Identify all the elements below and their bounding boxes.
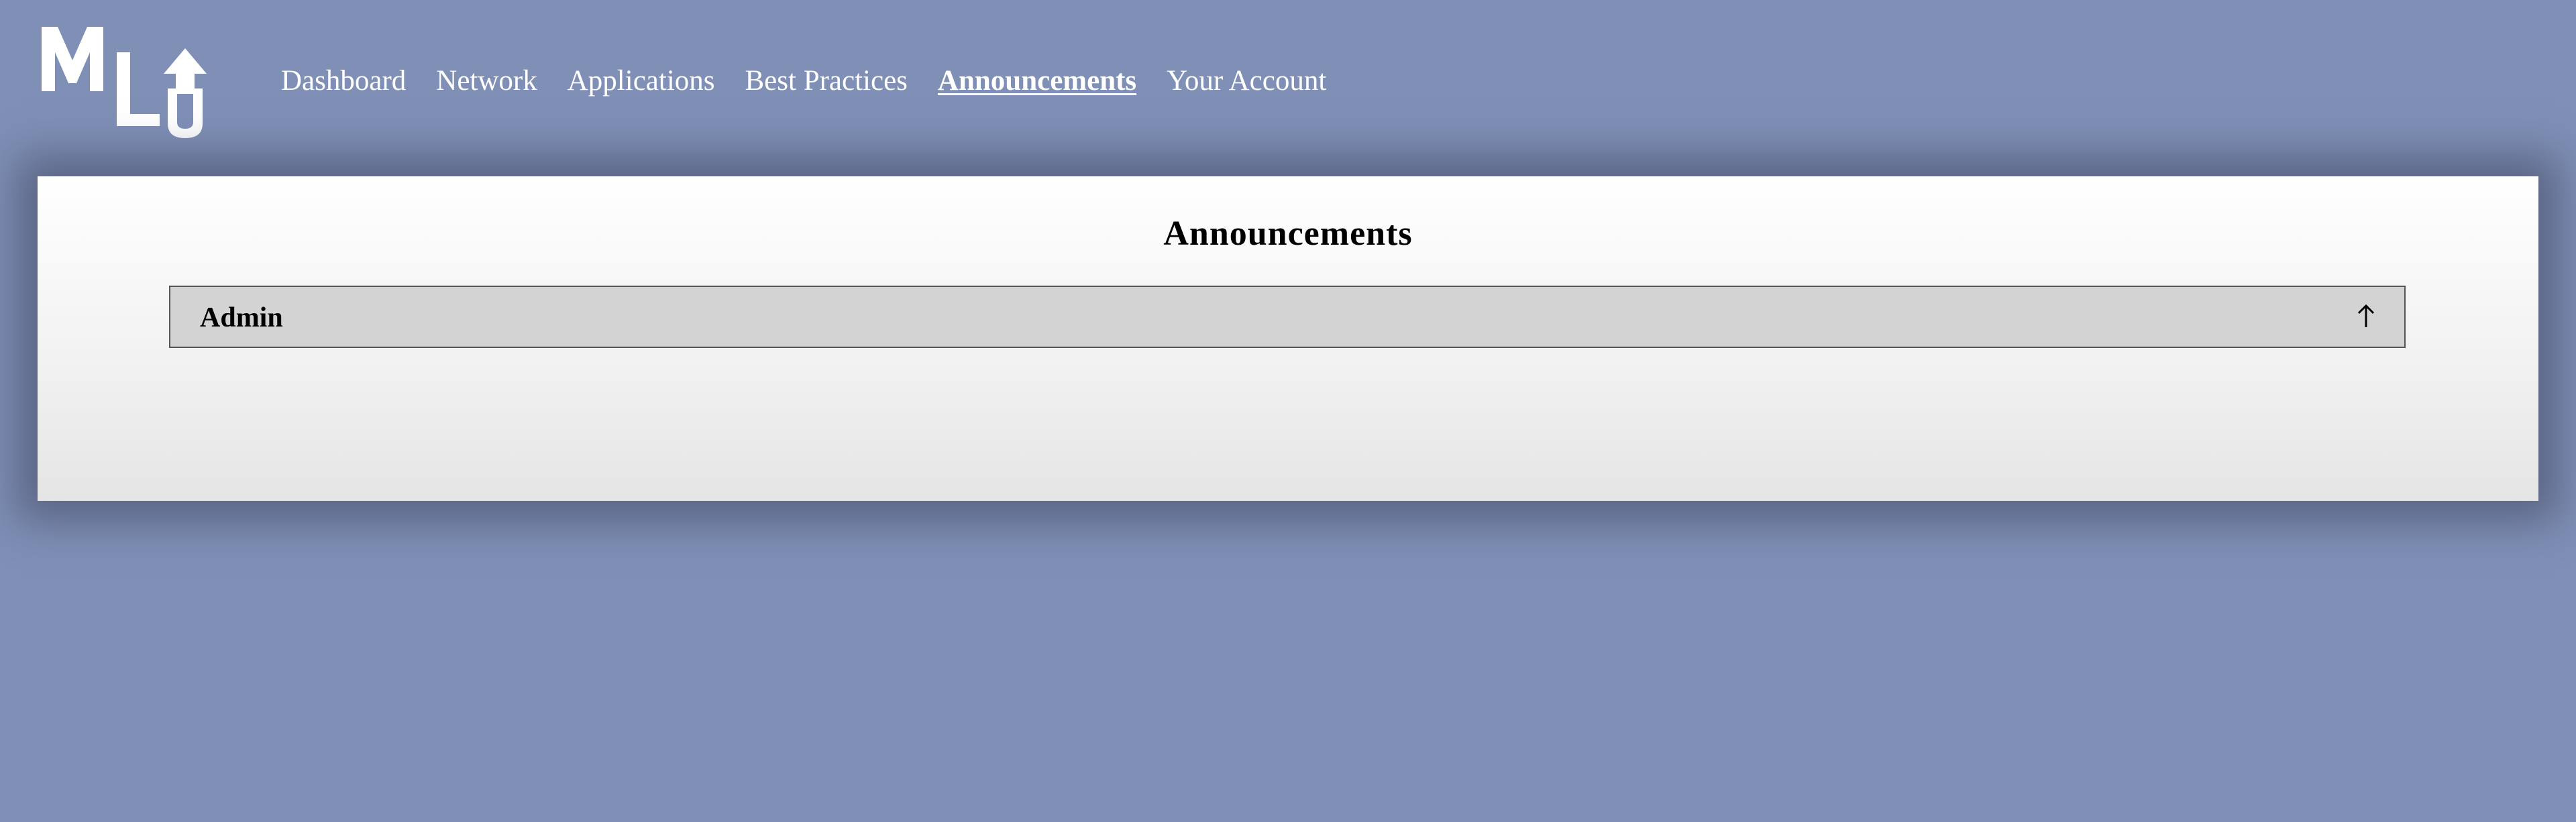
accordion-admin-label: Admin: [200, 302, 283, 333]
main-nav: Dashboard Network Applications Best Prac…: [281, 64, 1356, 97]
page-title: Announcements: [1163, 215, 1413, 253]
nav-network[interactable]: Network: [436, 64, 537, 97]
mlu-logo-icon: [42, 27, 207, 138]
arrow-up-icon[interactable]: [2356, 303, 2376, 330]
nav-dashboard[interactable]: Dashboard: [281, 64, 406, 97]
nav-best-practices[interactable]: Best Practices: [745, 64, 908, 97]
nav-announcements[interactable]: Announcements: [938, 64, 1136, 97]
top-bar: Dashboard Network Applications Best Prac…: [0, 0, 2576, 176]
announcements-panel: Announcements Admin: [38, 176, 2538, 501]
nav-your-account[interactable]: Your Account: [1167, 64, 1326, 97]
nav-applications[interactable]: Applications: [568, 64, 715, 97]
mlu-logo[interactable]: [42, 24, 223, 138]
accordion-admin[interactable]: Admin: [169, 286, 2406, 348]
